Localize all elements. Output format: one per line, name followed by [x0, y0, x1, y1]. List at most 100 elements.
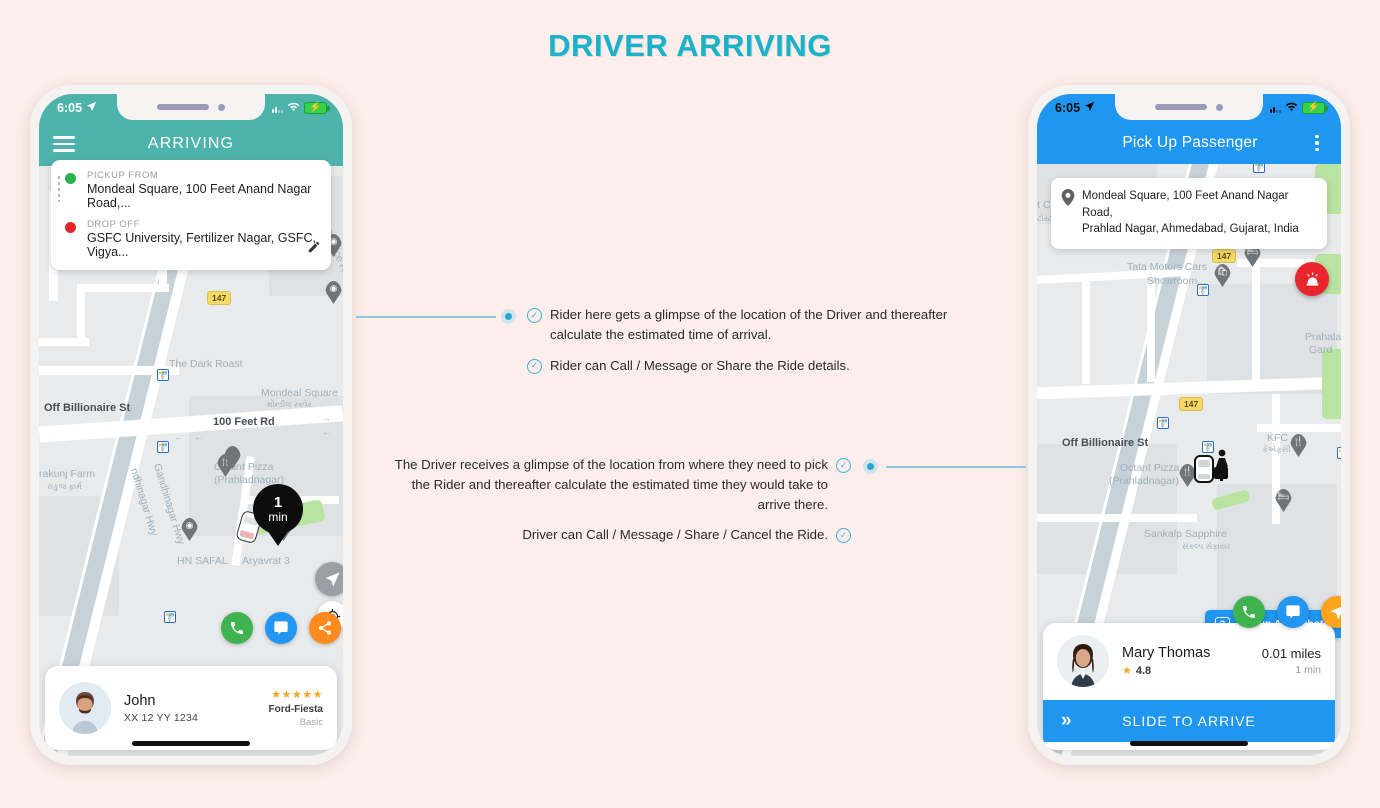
driver-app-bar-title: Pick Up Passenger — [1122, 134, 1258, 151]
trip-distance-block: 0.01 miles 1 min — [1262, 646, 1321, 676]
route-shield-147b: 147 — [1179, 397, 1204, 411]
eta-unit: min — [268, 509, 288, 524]
map-label-native: રાકુંજ ફાર્મ — [47, 482, 82, 491]
dropoff-row: DROP OFF GSFC University, Fertilizer Nag… — [63, 219, 319, 259]
map-label: rakunj Farm — [39, 468, 96, 480]
driver-connector-line — [886, 466, 1026, 468]
location-arrow-icon — [86, 101, 97, 115]
wifi-icon — [287, 101, 300, 115]
pickup-label: PICKUP FROM — [87, 170, 159, 181]
status-time: 6:05 — [1055, 101, 1081, 115]
rider-action-buttons — [221, 612, 343, 644]
map-poi-restaurant[interactable]: 🍴 — [1290, 434, 1307, 457]
check-circle-icon: ✓ — [527, 308, 542, 323]
road-vertical — [1252, 259, 1260, 389]
driver-connector-dot — [863, 459, 878, 474]
emergency-alert-icon[interactable] — [1295, 262, 1329, 296]
status-time: 6:05 — [57, 101, 83, 115]
signal-icon — [272, 103, 283, 113]
trip-distance: 0.01 miles — [1261, 646, 1321, 661]
annotation-item: Driver can Call / Message / Share / Canc… — [385, 525, 851, 545]
road-vertical — [1147, 282, 1155, 382]
navigation-arrow-icon[interactable] — [315, 562, 343, 596]
rider-app-bar-title: ARRIVING — [147, 135, 235, 152]
double-chevron-right-icon: » — [1061, 710, 1072, 731]
rider-phone-screen: 6:05 ⚡ ARRIVING 147 Rd The Dark Roast Mo… — [39, 94, 343, 756]
driver-details: John XX 12 YY 1234 — [124, 693, 269, 724]
driver-phone-screen: 6:05 ⚡ Pick Up Passenger 147 147 t ટોસ્ટ… — [1037, 94, 1341, 756]
notch-speaker — [157, 104, 209, 110]
message-button[interactable] — [1277, 596, 1309, 628]
map-label: Gandhinagar Hwy — [150, 462, 188, 546]
road-vertical — [1082, 274, 1090, 384]
pickup-address-card[interactable]: Mondeal Square, 100 Feet Anand Nagar Roa… — [1051, 178, 1327, 250]
status-left: 6:05 — [57, 101, 97, 115]
route-card[interactable]: PICKUP FROM Mondeal Square, 100 Feet Ana… — [51, 160, 331, 270]
annotation-text: Rider here gets a glimpse of the locatio… — [550, 307, 948, 342]
driver-rating-stars: ★★★★★ — [271, 689, 323, 701]
slide-to-arrive-label: SLIDE TO ARRIVE — [1122, 713, 1256, 729]
passenger-avatar — [1057, 635, 1109, 687]
passenger-card-inner: Mary Thomas ★ 4.8 0.01 miles 1 min — [1043, 623, 1335, 700]
slide-to-arrive-button[interactable]: » SLIDE TO ARRIVE — [1043, 700, 1335, 742]
battery-charging-icon: ⚡ — [1302, 102, 1328, 114]
kebab-menu-icon[interactable] — [1307, 135, 1327, 151]
road-horizontal — [39, 338, 89, 346]
location-arrow-icon — [1084, 101, 1095, 115]
page-title: DRIVER ARRIVING — [548, 28, 832, 63]
pickup-dot-icon — [65, 173, 76, 184]
call-button[interactable] — [1233, 596, 1265, 628]
call-button[interactable] — [221, 612, 253, 644]
eta-value: 1 — [273, 493, 283, 511]
passenger-details: Mary Thomas ★ 4.8 — [1122, 645, 1262, 677]
notch-speaker — [1155, 104, 1207, 110]
road-horizontal — [79, 284, 169, 292]
pickup-location-marker — [1194, 449, 1230, 483]
navigate-button[interactable] — [1321, 596, 1341, 628]
home-indicator — [1130, 741, 1248, 746]
road-horizontal — [1257, 424, 1341, 432]
share-button[interactable] — [309, 612, 341, 644]
trip-duration: 1 min — [1295, 664, 1321, 676]
pencil-edit-icon[interactable] — [307, 240, 321, 257]
phone-notch — [1115, 94, 1263, 120]
annotation-item: ✓ Rider here gets a glimpse of the locat… — [527, 305, 997, 345]
map-transit-icon: 🚏 — [1337, 447, 1341, 459]
hamburger-menu-icon[interactable] — [53, 136, 75, 152]
address-line-1: Mondeal Square, 100 Feet Anand Nagar Roa… — [1082, 190, 1289, 219]
driver-info-card[interactable]: John XX 12 YY 1234 ★★★★★ Ford-Fiesta Bas… — [45, 666, 337, 750]
driver-card-inner: John XX 12 YY 1234 ★★★★★ Ford-Fiesta Bas… — [45, 666, 337, 750]
message-button[interactable] — [265, 612, 297, 644]
map-poi-pin[interactable]: ◉ — [181, 518, 198, 541]
dropoff-value: GSFC University, Fertilizer Nagar, GSFC,… — [87, 231, 316, 259]
address-line-2: Prahlad Nagar, Ahmedabad, Gujarat, India — [1082, 223, 1299, 236]
map-label: The Dark Roast — [169, 358, 243, 370]
rider-phone-frame: 6:05 ⚡ ARRIVING 147 Rd The Dark Roast Mo… — [30, 85, 352, 765]
rider-connector-dot — [501, 309, 516, 324]
eta-marker: 1 min — [253, 484, 303, 534]
page-root: DRIVER ARRIVING 6:05 ⚡ ARRIVING 147 Rd T… — [0, 0, 1380, 808]
passenger-rating: ★ 4.8 — [1122, 664, 1262, 678]
pickup-address-text: Mondeal Square, 100 Feet Anand Nagar Roa… — [1082, 188, 1315, 238]
pickup-value: Mondeal Square, 100 Feet Anand Nagar Roa… — [87, 182, 312, 210]
rider-annotation-group: ✓ Rider here gets a glimpse of the locat… — [527, 305, 997, 375]
map-poi-pin[interactable]: ◉ — [325, 281, 342, 304]
phone-notch — [117, 94, 265, 120]
passenger-info-card[interactable]: Mary Thomas ★ 4.8 0.01 miles 1 min » SLI… — [1043, 623, 1335, 750]
status-right: ⚡ — [1270, 101, 1328, 115]
driver-avatar — [59, 682, 111, 734]
map-transit-icon: 🚏 — [157, 441, 169, 453]
rating-value: 4.8 — [1135, 664, 1152, 677]
driver-phone-frame: 6:05 ⚡ Pick Up Passenger 147 147 t ટોસ્ટ… — [1028, 85, 1350, 765]
home-indicator — [132, 741, 250, 746]
map-label: Off Billionaire St — [44, 402, 131, 414]
map-pin-icon — [1061, 189, 1075, 209]
route-dash-line — [58, 176, 60, 202]
wifi-icon — [1285, 101, 1298, 115]
dropoff-dot-icon — [65, 222, 76, 233]
annotation-item: ✓ Rider can Call / Message or Share the … — [527, 356, 997, 376]
map-label: HN SAFAL — [177, 555, 228, 567]
rider-connector-line — [356, 316, 496, 318]
route-shield-147: 147 — [207, 291, 232, 305]
road-vertical — [77, 284, 85, 344]
